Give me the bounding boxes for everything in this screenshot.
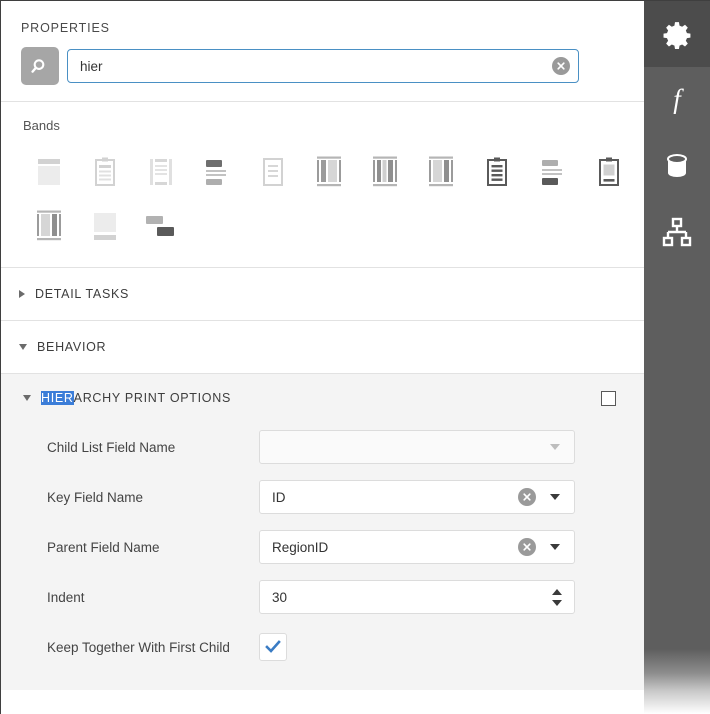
sub-band-icon [370,156,400,188]
form-row-keep-together-with-first-child: Keep Together With First Child [1,622,644,672]
report-footer-band-icon [482,156,512,188]
band-item-page-footer[interactable] [581,145,637,199]
rail-item-data-source[interactable] [644,133,710,199]
indent-stepper[interactable] [552,589,562,606]
label-indent: Indent [47,590,259,605]
band-item-detail-alt[interactable] [77,199,133,253]
rail-item-report-explorer[interactable] [644,199,710,265]
detail-band-alt-icon [90,210,120,242]
close-icon [522,492,532,502]
form-row-parent-field-name: Parent Field Name RegionID [1,522,644,572]
gear-icon [660,17,694,51]
band-item-sub-band[interactable] [357,145,413,199]
search-row [1,35,644,85]
rail-item-expressions[interactable]: f [644,67,710,133]
report-header-band-icon [90,156,120,188]
close-icon [556,61,566,71]
hierarchy-sitemap-icon [661,216,693,248]
value-indent: 30 [260,590,552,605]
band-item-bottom-margin[interactable] [21,199,77,253]
band-item-report-footer[interactable] [469,145,525,199]
chevron-down-icon [19,344,27,350]
chevron-down-icon[interactable] [550,494,560,500]
group-header-band-icon [202,156,232,188]
hierarchy-print-options-section: HIERARCHY PRINT OPTIONS Child List Field… [1,373,644,690]
subsection-title-rest: ARCHY PRINT OPTIONS [74,391,231,405]
page-footer-band-icon [594,156,624,188]
checkbox-keep-together-with-first-child[interactable] [259,633,287,661]
svg-text:f: f [673,84,684,114]
label-keep-together-with-first-child: Keep Together With First Child [47,640,259,655]
label-parent-field-name: Parent Field Name [47,540,259,555]
section-label-behavior: BEHAVIOR [37,340,106,354]
band-item-detail-report[interactable] [301,145,357,199]
top-margin-band-icon [34,156,64,188]
clear-key-field-name-button[interactable] [518,488,536,506]
report-designer-window: PROPERTIES Bands [0,0,710,714]
bottom-margin-band-icon [34,210,64,242]
section-header-behavior[interactable]: BEHAVIOR [1,321,644,373]
clear-parent-field-name-button[interactable] [518,538,536,556]
input-key-field-name[interactable]: ID [259,480,575,514]
search-button[interactable] [21,47,59,85]
band-item-sub-band-alt[interactable] [133,199,189,253]
input-child-list-field-name[interactable] [259,430,575,464]
form-row-indent: Indent 30 [1,572,644,622]
band-item-detail[interactable] [245,145,301,199]
form-row-child-list-field-name: Child List Field Name [1,422,644,472]
band-item-vertical-header[interactable] [413,145,469,199]
sub-band-alt-icon [144,210,178,242]
rail-item-properties[interactable] [644,1,710,67]
chevron-up-icon[interactable] [552,589,562,595]
page-title: PROPERTIES [1,1,644,35]
chevron-down-icon[interactable] [550,544,560,550]
search-clear-button[interactable] [552,57,570,75]
bands-section: Bands [1,102,644,267]
group-footer-band-icon [538,156,568,188]
expression-f-icon: f [660,83,694,117]
label-child-list-field-name: Child List Field Name [47,440,259,455]
band-item-top-margin[interactable] [21,145,77,199]
section-label-detail-tasks: DETAIL TASKS [35,287,129,301]
search-input-wrap [67,49,579,83]
checkmark-icon [265,640,281,654]
band-item-group-header[interactable] [189,145,245,199]
band-item-page-header[interactable] [133,145,189,199]
chevron-down-icon[interactable] [552,600,562,606]
bands-grid [1,145,641,253]
section-header-detail-tasks[interactable]: DETAIL TASKS [1,268,644,320]
form-row-key-field-name: Key Field Name ID [1,472,644,522]
input-indent[interactable]: 30 [259,580,575,614]
detail-report-band-icon [314,156,344,188]
vertical-header-band-icon [426,156,456,188]
right-toolbar: f [644,1,710,714]
chevron-down-icon [23,395,31,401]
database-cylinder-icon [661,150,693,182]
search-match-highlight: HIER [41,391,74,405]
input-parent-field-name[interactable]: RegionID [259,530,575,564]
chevron-down-icon[interactable] [550,444,560,450]
chevron-right-icon [19,290,25,298]
search-icon [31,57,50,76]
search-input[interactable] [67,49,579,83]
band-item-group-footer[interactable] [525,145,581,199]
properties-panel: PROPERTIES Bands [1,1,644,714]
band-item-report-header[interactable] [77,145,133,199]
page-header-band-icon [146,156,176,188]
bands-label: Bands [1,118,644,133]
subsection-title: HIERARCHY PRINT OPTIONS [41,391,601,405]
close-icon [522,542,532,552]
label-key-field-name: Key Field Name [47,490,259,505]
value-key-field-name: ID [260,490,518,505]
subsection-header-hierarchy-print-options[interactable]: HIERARCHY PRINT OPTIONS [1,374,644,422]
value-parent-field-name: RegionID [260,540,518,555]
detail-band-icon [258,156,288,188]
subsection-enable-checkbox[interactable] [601,391,616,406]
